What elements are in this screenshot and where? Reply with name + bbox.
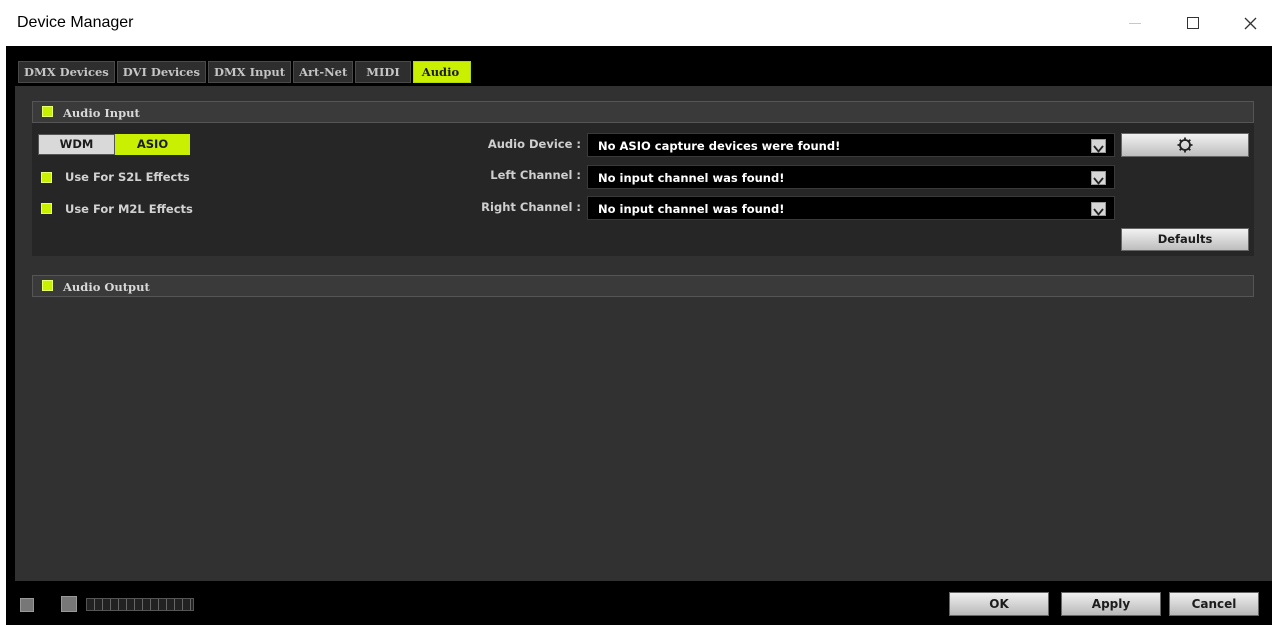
ok-button[interactable]: OK xyxy=(949,592,1049,616)
minimize-button[interactable] xyxy=(1110,0,1160,46)
audio-input-header[interactable]: Audio Input xyxy=(32,101,1254,123)
chevron-down-icon xyxy=(1091,139,1106,153)
apply-button[interactable]: Apply xyxy=(1061,592,1161,616)
cancel-button[interactable]: Cancel xyxy=(1169,592,1259,616)
audio-settings-button[interactable] xyxy=(1121,133,1249,157)
progress-ticks xyxy=(86,598,194,611)
right-channel-value: No input channel was found! xyxy=(598,202,785,216)
audio-output-checkbox[interactable] xyxy=(42,280,53,291)
tab-art-net[interactable]: Art-Net xyxy=(293,61,354,83)
left-channel-value: No input channel was found! xyxy=(598,171,785,185)
audio-input-checkbox[interactable] xyxy=(42,106,53,117)
audio-device-select[interactable]: No ASIO capture devices were found! xyxy=(587,133,1115,157)
open-file-icon[interactable] xyxy=(20,598,34,612)
tab-dvi-devices[interactable]: DVI Devices xyxy=(116,61,206,83)
tab-dmx-devices[interactable]: DMX Devices xyxy=(18,61,115,83)
maximize-icon xyxy=(1187,17,1199,29)
tab-dmx-input[interactable]: DMX Input xyxy=(207,61,292,83)
wdm-button[interactable]: WDM xyxy=(38,134,115,155)
right-channel-label: Right Channel : xyxy=(481,200,581,214)
window-title: Device Manager xyxy=(17,14,134,31)
audio-output-title: Audio Output xyxy=(63,280,150,294)
s2l-label: Use For S2L Effects xyxy=(65,170,190,184)
audio-device-value: No ASIO capture devices were found! xyxy=(598,139,841,153)
audio-output-header[interactable]: Audio Output xyxy=(32,275,1254,297)
save-icon[interactable] xyxy=(61,596,77,612)
gear-icon xyxy=(1177,137,1193,153)
chevron-down-icon xyxy=(1091,171,1106,185)
m2l-checkbox[interactable] xyxy=(41,203,52,214)
audio-device-label: Audio Device : xyxy=(487,137,581,151)
title-bar: Device Manager xyxy=(0,0,1278,46)
close-icon xyxy=(1244,17,1256,29)
tab-midi[interactable]: MIDI xyxy=(355,61,411,83)
tab-audio[interactable]: Audio xyxy=(412,61,471,83)
close-button[interactable] xyxy=(1225,0,1275,46)
asio-button[interactable]: ASIO xyxy=(115,134,190,155)
defaults-button[interactable]: Defaults xyxy=(1121,228,1249,251)
device-manager-body: DMX Devices DVI Devices DMX Input Art-Ne… xyxy=(6,46,1272,625)
tab-content-area: Audio Input WDM ASIO Use For S2L Effects… xyxy=(15,86,1272,581)
left-channel-label: Left Channel : xyxy=(490,168,581,182)
m2l-label: Use For M2L Effects xyxy=(65,202,193,216)
minimize-icon xyxy=(1129,22,1141,24)
maximize-button[interactable] xyxy=(1168,0,1218,46)
left-channel-select[interactable]: No input channel was found! xyxy=(587,165,1115,189)
audio-input-title: Audio Input xyxy=(63,106,140,120)
tab-bar: DMX Devices DVI Devices DMX Input Art-Ne… xyxy=(18,61,471,83)
s2l-checkbox[interactable] xyxy=(41,172,52,183)
right-channel-select[interactable]: No input channel was found! xyxy=(587,196,1115,220)
chevron-down-icon xyxy=(1091,202,1106,216)
